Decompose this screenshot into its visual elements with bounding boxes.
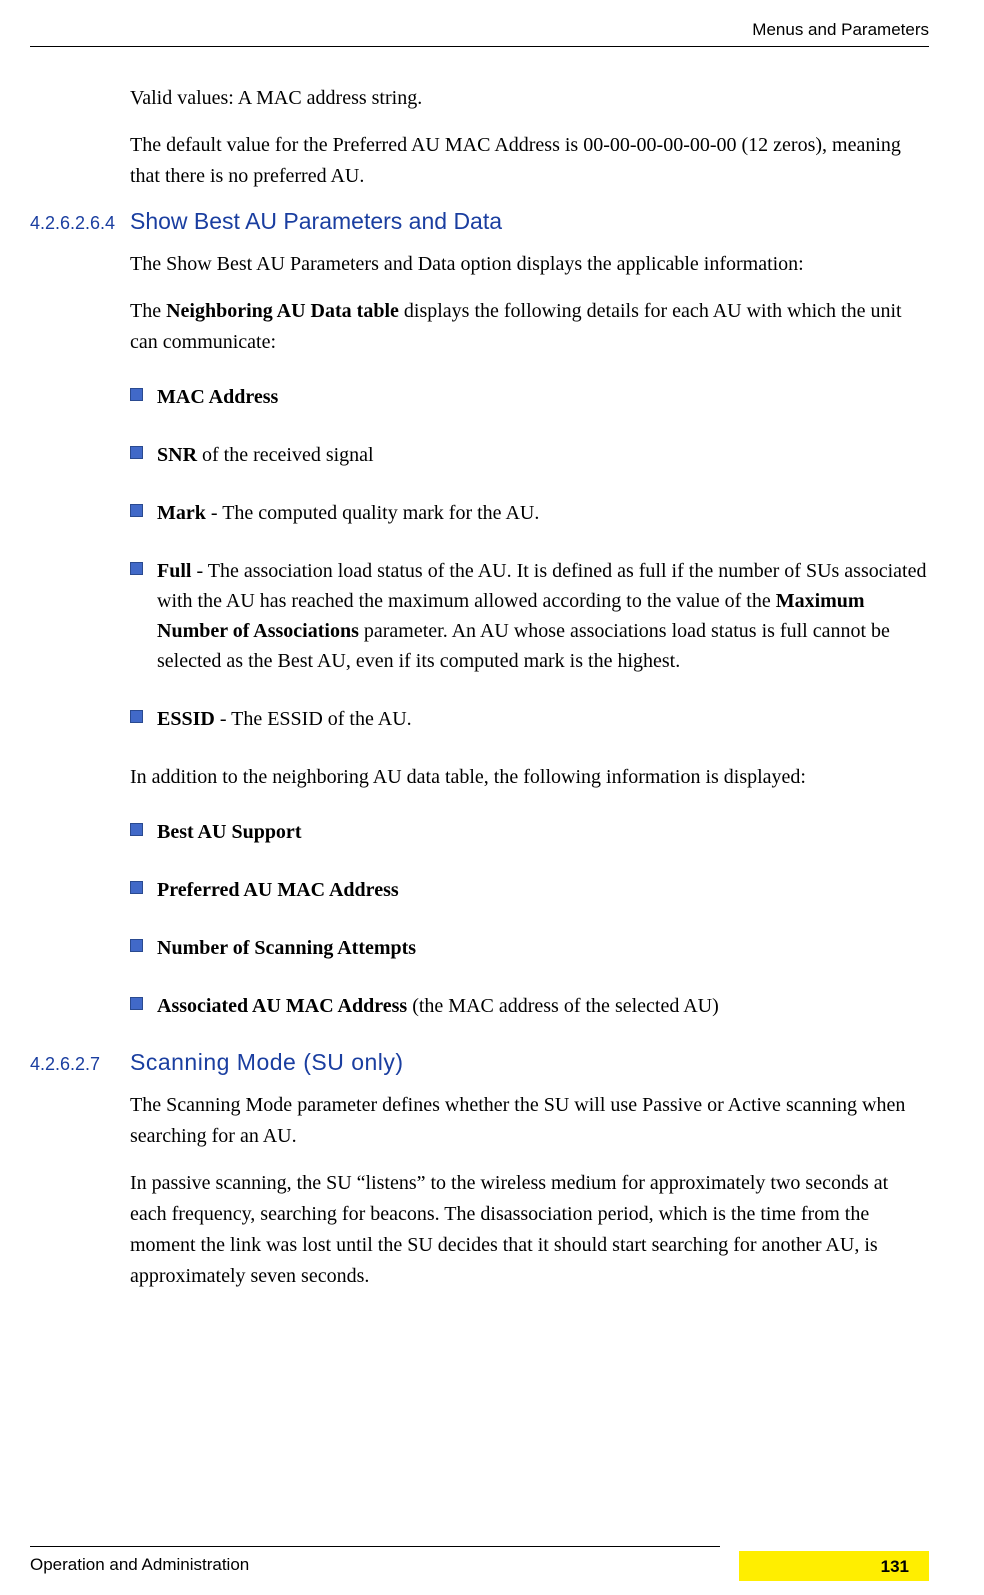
list-item-text: Full - The association load status of th… [157,556,929,676]
bold-text: MAC Address [157,386,278,408]
page-number: 131 [881,1557,909,1577]
footer-rule [30,1546,720,1547]
list-item: Number of Scanning Attempts [130,933,929,963]
bold-text: Best AU Support [157,821,301,843]
text: (the MAC address of the selected AU) [407,995,719,1017]
bold-text: Associated AU MAC Address [157,995,407,1017]
bold-text: Number of Scanning Attempts [157,937,416,959]
bold-text: ESSID [157,708,215,730]
list-item: ESSID - The ESSID of the AU. [130,704,929,734]
bullet-icon [130,446,143,459]
bullet-icon [130,823,143,836]
list-item: MAC Address [130,382,929,412]
header-chapter: Menus and Parameters [752,20,929,39]
section-number: 4.2.6.2.7 [30,1054,130,1075]
list-item-text: ESSID - The ESSID of the AU. [157,704,929,734]
list-item-text: Preferred AU MAC Address [157,875,929,905]
bullet-icon [130,939,143,952]
bullet-icon [130,881,143,894]
list-item: SNR of the received signal [130,440,929,470]
list-item: Best AU Support [130,817,929,847]
bullet-icon [130,562,143,575]
section-title: Show Best AU Parameters and Data [130,208,502,235]
document-page: Menus and Parameters Valid values: A MAC… [0,0,984,1595]
bullet-icon [130,710,143,723]
list-item-text: SNR of the received signal [157,440,929,470]
text: of the received signal [197,444,374,466]
paragraph: The Show Best AU Parameters and Data opt… [130,249,929,280]
bold-text: Full [157,560,191,582]
paragraph: The default value for the Preferred AU M… [130,130,929,192]
section-heading: 4.2.6.2.7 Scanning Mode (SU only) [30,1049,929,1076]
paragraph: The Scanning Mode parameter defines whet… [130,1090,929,1152]
section-heading: 4.2.6.2.6.4 Show Best AU Parameters and … [30,208,929,235]
list-item-text: Mark - The computed quality mark for the… [157,498,929,528]
paragraph: Valid values: A MAC address string. [130,83,929,114]
section-title: Scanning Mode (SU only) [130,1049,404,1076]
bullet-icon [130,504,143,517]
paragraph: The Neighboring AU Data table displays t… [130,296,929,358]
list-item-text: Associated AU MAC Address (the MAC addre… [157,991,929,1021]
page-header: Menus and Parameters [30,20,929,47]
list-item: Mark - The computed quality mark for the… [130,498,929,528]
list-item: Full - The association load status of th… [130,556,929,676]
section-number: 4.2.6.2.6.4 [30,213,130,234]
page-number-box: 131 [739,1551,929,1581]
bold-text: Preferred AU MAC Address [157,879,399,901]
list-item: Associated AU MAC Address (the MAC addre… [130,991,929,1021]
bullet-icon [130,997,143,1010]
list-item-text: Number of Scanning Attempts [157,933,929,963]
page-content: Valid values: A MAC address string. The … [30,83,929,1292]
text: The [130,300,166,322]
paragraph: In addition to the neighboring AU data t… [130,762,929,793]
list-item-text: MAC Address [157,382,929,412]
bold-text: SNR [157,444,197,466]
page-footer: Operation and Administration 131 [30,1546,929,1575]
list-item-text: Best AU Support [157,817,929,847]
bullet-icon [130,388,143,401]
text: - The computed quality mark for the AU. [206,502,539,524]
list-item: Preferred AU MAC Address [130,875,929,905]
bold-text: Neighboring AU Data table [166,300,399,322]
bold-text: Mark [157,502,206,524]
paragraph: In passive scanning, the SU “listens” to… [130,1168,929,1292]
text: - The ESSID of the AU. [215,708,412,730]
